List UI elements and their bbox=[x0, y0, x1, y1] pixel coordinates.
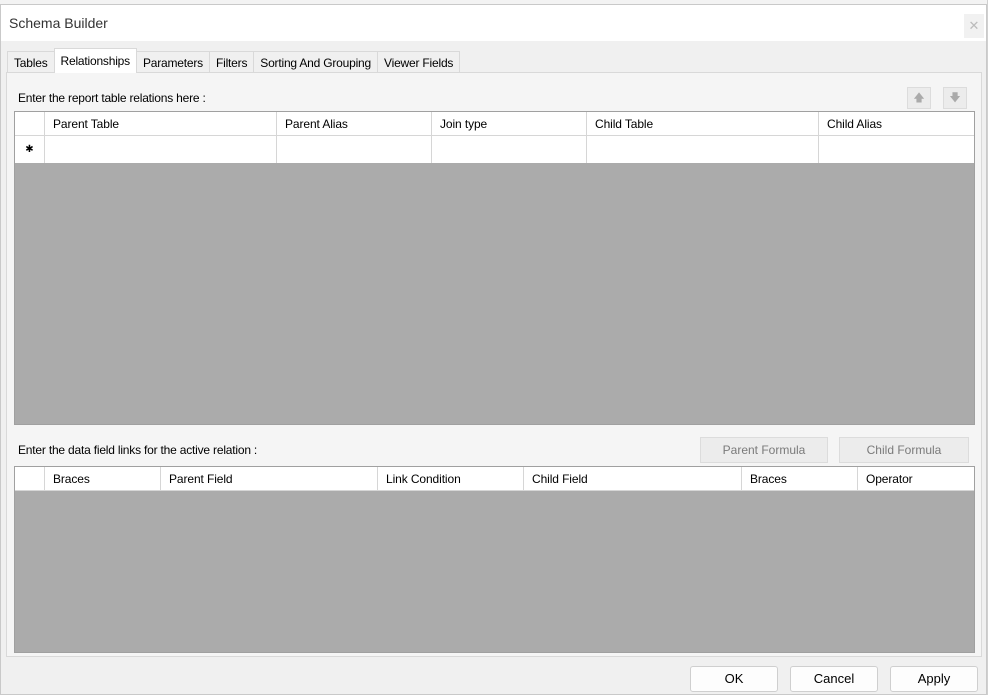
field-links-grid-header: Braces Parent Field Link Condition Child… bbox=[15, 467, 974, 491]
arrow-down-icon: 🡇 bbox=[949, 92, 961, 104]
column-header-link-condition[interactable]: Link Condition bbox=[378, 467, 524, 491]
tab-filters[interactable]: Filters bbox=[208, 51, 255, 73]
column-header-child-field[interactable]: Child Field bbox=[524, 467, 742, 491]
row-header-column bbox=[15, 112, 45, 136]
field-links-grid[interactable]: Braces Parent Field Link Condition Child… bbox=[14, 466, 975, 653]
column-header-child-alias[interactable]: Child Alias bbox=[819, 112, 974, 136]
parent-formula-button[interactable]: Parent Formula bbox=[700, 437, 828, 463]
join-type-cell[interactable] bbox=[432, 136, 587, 163]
column-header-join-type[interactable]: Join type bbox=[432, 112, 587, 136]
arrow-up-icon: 🡅 bbox=[913, 92, 925, 104]
schema-builder-dialog: Schema Builder ✕ Tables Relationships Pa… bbox=[0, 4, 987, 695]
background-app-edge bbox=[987, 0, 991, 695]
title-bar: Schema Builder ✕ bbox=[1, 5, 986, 41]
column-header-parent-table[interactable]: Parent Table bbox=[45, 112, 277, 136]
child-alias-cell[interactable] bbox=[819, 136, 974, 163]
new-row-marker-icon: ✱ bbox=[15, 136, 45, 163]
window-title: Schema Builder bbox=[9, 15, 108, 31]
move-down-button[interactable]: 🡇 bbox=[943, 87, 967, 109]
relationships-panel: Enter the report table relations here : … bbox=[6, 72, 982, 657]
relations-grid-header: Parent Table Parent Alias Join type Chil… bbox=[15, 112, 974, 136]
relations-grid[interactable]: Parent Table Parent Alias Join type Chil… bbox=[14, 111, 975, 425]
new-row[interactable]: ✱ bbox=[15, 136, 974, 163]
tab-strip: Tables Relationships Parameters Filters … bbox=[7, 48, 461, 73]
tab-parameters[interactable]: Parameters bbox=[135, 51, 210, 73]
column-header-braces-close[interactable]: Braces bbox=[742, 467, 858, 491]
move-up-button[interactable]: 🡅 bbox=[907, 87, 931, 109]
parent-alias-cell[interactable] bbox=[277, 136, 432, 163]
tab-viewer-fields[interactable]: Viewer Fields bbox=[377, 51, 461, 73]
child-formula-button[interactable]: Child Formula bbox=[839, 437, 969, 463]
column-header-parent-field[interactable]: Parent Field bbox=[161, 467, 378, 491]
column-header-operator[interactable]: Operator bbox=[858, 467, 974, 491]
close-button[interactable]: ✕ bbox=[964, 14, 984, 38]
tab-tables[interactable]: Tables bbox=[7, 51, 55, 73]
parent-table-cell[interactable] bbox=[45, 136, 277, 163]
row-header-column bbox=[15, 467, 45, 491]
apply-button[interactable]: Apply bbox=[890, 666, 978, 692]
tab-relationships[interactable]: Relationships bbox=[53, 48, 137, 73]
links-label: Enter the data field links for the activ… bbox=[18, 443, 258, 457]
close-icon: ✕ bbox=[968, 18, 980, 33]
column-header-child-table[interactable]: Child Table bbox=[587, 112, 819, 136]
column-header-braces-open[interactable]: Braces bbox=[45, 467, 161, 491]
cancel-button[interactable]: Cancel bbox=[790, 666, 878, 692]
ok-button[interactable]: OK bbox=[690, 666, 778, 692]
relations-label: Enter the report table relations here : bbox=[18, 91, 206, 105]
child-table-cell[interactable] bbox=[587, 136, 819, 163]
column-header-parent-alias[interactable]: Parent Alias bbox=[277, 112, 432, 136]
tab-sorting-and-grouping[interactable]: Sorting And Grouping bbox=[253, 51, 379, 73]
